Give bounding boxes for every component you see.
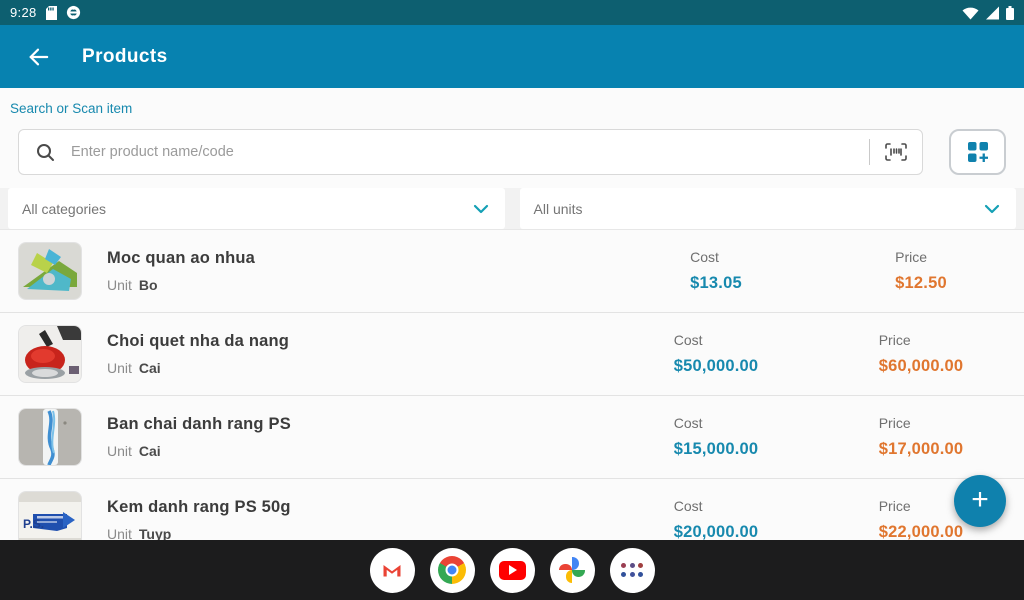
price-value: $12.50 [895,274,947,292]
page-title: Products [82,45,168,67]
cost-label: Cost [673,498,703,514]
price-label: Price [878,415,911,431]
product-unit-line: Unit Bo [107,277,606,293]
product-thumbnail [18,242,82,300]
cost-column: Cost $20,000.00 [606,498,826,542]
unit-value: Cai [138,360,161,376]
sd-card-icon [45,5,57,20]
cost-label: Cost [673,415,703,431]
signal-icon [985,6,1000,20]
battery-icon [1006,5,1014,20]
price-value: $60,000.00 [878,357,964,375]
gmail-app-icon[interactable] [369,547,415,593]
search-icon [36,143,55,162]
price-column: Price $12.50 [826,249,1016,293]
gear-icon [66,5,81,20]
categories-dropdown[interactable]: All categories [8,188,505,229]
photos-pinwheel-icon [559,557,585,583]
product-info: Choi quet nha da nang Unit Cai [107,332,606,376]
plus-icon: + [971,482,989,516]
cost-value: $13.05 [690,274,742,292]
product-thumbnail [18,408,82,466]
chrome-app-icon[interactable] [429,547,475,593]
product-row[interactable]: Moc quan ao nhua Unit Bo Cost $13.05 Pric… [0,230,1024,313]
product-info: Kem danh rang PS 50g Unit Tuyp [107,498,606,542]
price-value: $17,000.00 [878,440,964,458]
add-product-grid-button[interactable] [949,129,1006,175]
cost-column: Cost $50,000.00 [606,332,826,376]
unit-label: Unit [107,360,132,376]
cost-column: Cost $15,000.00 [606,415,826,459]
drawer-dots-icon [621,563,643,577]
unit-value: Bo [138,277,158,293]
wifi-icon [962,6,979,20]
photos-app-icon[interactable] [549,547,595,593]
product-row[interactable]: Ban chai danh rang PS Unit Cai Cost $15,0… [0,396,1024,479]
status-left: 9:28 [10,5,81,20]
cost-column: Cost $13.05 [606,249,826,293]
chevron-down-icon [984,204,1000,214]
search-input[interactable] [71,144,869,160]
product-name: Choi quet nha da nang [107,332,290,350]
search-box [18,129,923,175]
product-name: Kem danh rang PS 50g [107,498,291,516]
chrome-icon [438,556,466,584]
units-dropdown[interactable]: All units [519,188,1016,229]
product-info: Ban chai danh rang PS Unit Cai [107,415,606,459]
status-right [962,5,1014,20]
cost-label: Cost [690,249,719,265]
youtube-icon [498,560,526,580]
unit-label: Unit [107,443,132,459]
add-product-fab[interactable]: + [954,475,1006,527]
unit-value: Cai [138,443,161,459]
price-label: Price [895,249,928,265]
filter-row: All categories All units [0,188,1024,229]
youtube-app-icon[interactable] [489,547,535,593]
search-row [18,129,1006,175]
dock [0,540,1024,600]
product-list: Moc quan ao nhua Unit Bo Cost $13.05 Pric… [0,229,1024,562]
product-name: Ban chai danh rang PS [107,415,291,433]
product-thumbnail [18,325,82,383]
units-dropdown-value: All units [533,200,583,217]
product-unit-line: Unit Cai [107,360,606,376]
price-label: Price [878,498,911,514]
barcode-scan-button[interactable] [870,143,922,161]
categories-dropdown-value: All categories [22,200,107,217]
app-bar: Products [0,25,1024,88]
app-drawer-icon[interactable] [609,547,655,593]
status-clock: 9:28 [10,5,37,20]
chevron-down-icon [473,204,489,214]
unit-label: Unit [107,277,132,293]
status-bar: 9:28 [0,0,1024,25]
back-arrow-icon [26,46,50,68]
price-column: Price $60,000.00 [826,332,1016,376]
android-screen: 9:28 Products Search or Scan item Enter … [0,0,1024,600]
back-button[interactable] [22,41,54,73]
product-name: Moc quan ao nhua [107,249,256,267]
svg-text:P.S.: P.S. [23,517,44,531]
cost-value: $50,000.00 [673,357,759,375]
price-label: Price [878,332,911,348]
barcode-scan-icon [885,143,907,161]
product-unit-line: Unit Cai [107,443,606,459]
cost-label: Cost [673,332,703,348]
price-column: Price $17,000.00 [826,415,1016,459]
grid-add-icon [966,140,990,164]
product-row[interactable]: Choi quet nha da nang Unit Cai Cost $50,0… [0,313,1024,396]
search-or-scan-label: Search or Scan item [10,101,133,116]
cost-value: $15,000.00 [673,440,759,458]
product-info: Moc quan ao nhua Unit Bo [107,249,606,293]
